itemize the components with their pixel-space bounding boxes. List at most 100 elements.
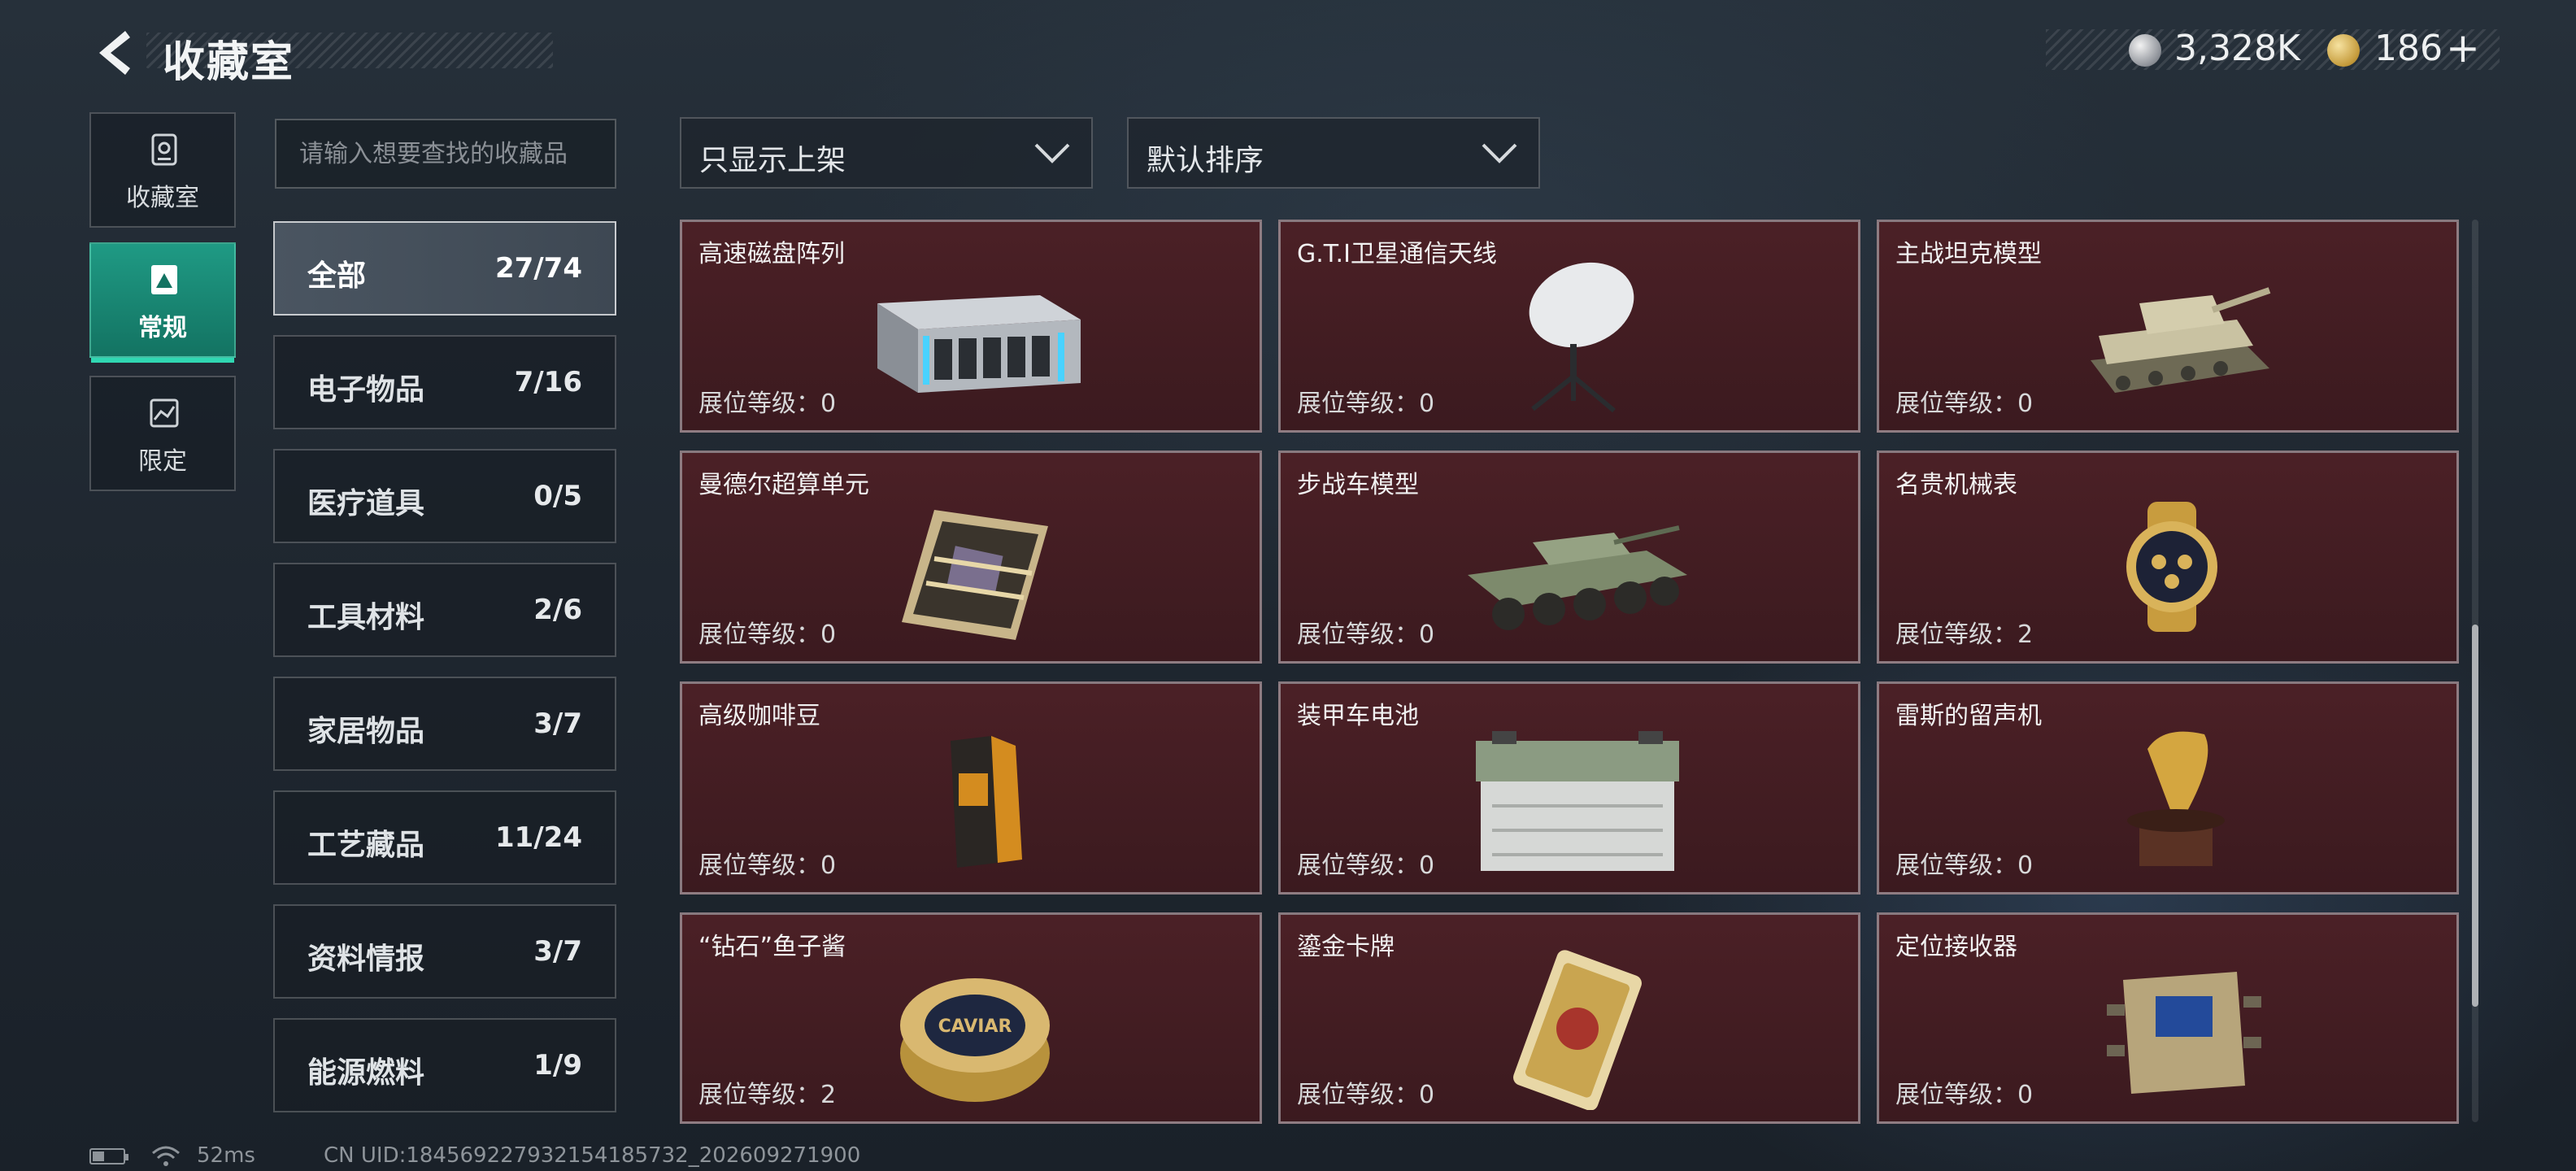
sort-value: 默认排序 xyxy=(1147,144,1264,177)
grid-scrollbar-thumb[interactable] xyxy=(2472,625,2478,1007)
category-name: 家居物品 xyxy=(307,715,425,748)
item-name: 名贵机械表 xyxy=(1895,471,2017,499)
item-level: 展位等级：0 xyxy=(1297,390,1435,418)
satellite-antenna-icon xyxy=(1529,262,1634,413)
mechanical-watch-icon xyxy=(2126,502,2217,632)
item-level: 展位等级：0 xyxy=(698,620,837,649)
item-level: 展位等级：0 xyxy=(1297,1081,1435,1109)
caviar-tin-icon: CAVIAR xyxy=(900,978,1050,1102)
category-energy[interactable]: 能源燃料 1/9 xyxy=(273,1018,616,1112)
item-level: 展位等级：2 xyxy=(1895,620,2034,649)
tab-regular[interactable]: 常规 xyxy=(89,242,236,363)
category-name: 能源燃料 xyxy=(307,1056,425,1090)
gramophone-icon xyxy=(2127,731,2225,866)
silver-coin-icon xyxy=(2129,34,2161,67)
battery-icon xyxy=(89,1148,128,1164)
category-intel[interactable]: 资料情报 3/7 xyxy=(273,904,616,999)
item-card-satellite-antenna[interactable]: G.T.I卫星通信天线 展位等级：0 xyxy=(1278,220,1860,433)
item-name: 高速磁盘阵列 xyxy=(698,240,845,268)
item-name: 主战坦克模型 xyxy=(1895,240,2042,268)
item-level: 展位等级：2 xyxy=(698,1081,837,1109)
category-tools[interactable]: 工具材料 2/6 xyxy=(273,563,616,657)
ping-value: 52ms xyxy=(197,1143,255,1168)
item-level: 展位等级：0 xyxy=(1297,851,1435,880)
item-level: 展位等级：0 xyxy=(1895,851,2034,880)
category-name: 全部 xyxy=(307,259,367,293)
gold-coin-icon xyxy=(2327,34,2360,67)
disk-array-icon xyxy=(877,295,1081,393)
item-card-locator-receiver[interactable]: 定位接收器 展位等级：0 xyxy=(1877,912,2459,1124)
item-name: 鎏金卡牌 xyxy=(1297,933,1395,961)
ifv-model-icon xyxy=(1468,525,1687,630)
item-card-mechanical-watch[interactable]: 名贵机械表 展位等级：2 xyxy=(1877,451,2459,664)
item-card-gramophone[interactable]: 雷斯的留声机 展位等级：0 xyxy=(1877,681,2459,895)
search-input[interactable] xyxy=(276,120,615,187)
category-count: 0/5 xyxy=(533,480,582,512)
item-level: 展位等级：0 xyxy=(1297,620,1435,649)
coffee-beans-icon xyxy=(951,736,1022,868)
item-card-ifv-model[interactable]: 步战车模型 展位等级：0 xyxy=(1278,451,1860,664)
item-name: “钻石”鱼子酱 xyxy=(698,933,846,961)
item-level: 展位等级：0 xyxy=(698,851,837,880)
category-count: 2/6 xyxy=(533,594,582,626)
category-name: 资料情报 xyxy=(307,942,425,976)
gold-currency-value: 186 xyxy=(2374,28,2443,69)
silver-currency-value: 3,328K xyxy=(2174,28,2300,69)
category-name: 工艺藏品 xyxy=(307,829,425,862)
shelf-filter-dropdown[interactable]: 只显示上架 xyxy=(680,117,1093,189)
tank-model-icon xyxy=(2091,287,2271,393)
item-card-coffee-beans[interactable]: 高级咖啡豆 展位等级：0 xyxy=(680,681,1262,895)
back-arrow-icon xyxy=(99,31,130,75)
wifi-icon xyxy=(152,1146,180,1166)
tab-label: 限定 xyxy=(138,447,187,476)
search-box[interactable] xyxy=(275,119,616,189)
tab-collection-room[interactable]: 收藏室 xyxy=(89,112,236,228)
item-level: 展位等级：0 xyxy=(1895,1081,2034,1109)
category-name: 电子物品 xyxy=(307,373,425,407)
category-name: 医疗道具 xyxy=(307,487,425,520)
category-count: 3/7 xyxy=(533,707,582,740)
item-name: 高级咖啡豆 xyxy=(698,702,820,730)
limited-icon xyxy=(150,398,179,428)
chevron-down-icon xyxy=(1482,143,1517,163)
item-name: 装甲车电池 xyxy=(1297,702,1419,730)
category-count: 27/74 xyxy=(494,252,582,285)
back-button[interactable] xyxy=(88,28,137,78)
item-card-vehicle-battery[interactable]: 装甲车电池 展位等级：0 xyxy=(1278,681,1860,895)
item-name: 雷斯的留声机 xyxy=(1895,702,2042,730)
page-title: 收藏室 xyxy=(163,38,295,87)
sort-dropdown[interactable]: 默认排序 xyxy=(1127,117,1540,189)
item-name: 定位接收器 xyxy=(1895,933,2017,961)
category-all[interactable]: 全部 27/74 xyxy=(273,221,616,316)
category-electronics[interactable]: 电子物品 7/16 xyxy=(273,335,616,429)
category-name: 工具材料 xyxy=(307,601,425,634)
gilded-card-icon xyxy=(1513,950,1642,1110)
uid-text: CN UID:18456922793215418573​2_2026092719… xyxy=(324,1143,861,1168)
chevron-down-icon xyxy=(1034,143,1070,163)
item-card-tank-model[interactable]: 主战坦克模型 展位等级：0 xyxy=(1877,220,2459,433)
item-name: 曼德尔超算单元 xyxy=(698,471,869,499)
collection-room-icon xyxy=(151,133,177,166)
shelf-filter-value: 只显示上架 xyxy=(699,144,846,177)
item-card-caviar[interactable]: “钻石”鱼子酱 CAVIAR 展位等级：2 xyxy=(680,912,1262,1124)
category-count: 3/7 xyxy=(533,935,582,968)
item-level: 展位等级：0 xyxy=(1895,390,2034,418)
supercompute-unit-icon xyxy=(902,510,1048,640)
item-card-disk-array[interactable]: 高速磁盘阵列 展位等级：0 xyxy=(680,220,1262,433)
tab-label: 常规 xyxy=(138,314,187,342)
category-household[interactable]: 家居物品 3/7 xyxy=(273,677,616,771)
category-count: 7/16 xyxy=(514,366,582,398)
vehicle-battery-icon xyxy=(1476,731,1679,871)
add-currency-button[interactable]: + xyxy=(2446,24,2480,72)
category-count: 1/9 xyxy=(533,1049,582,1082)
item-card-gilded-card[interactable]: 鎏金卡牌 展位等级：0 xyxy=(1278,912,1860,1124)
tab-limited[interactable]: 限定 xyxy=(89,376,236,491)
category-medical[interactable]: 医疗道具 0/5 xyxy=(273,449,616,543)
caviar-label: CAVIAR xyxy=(938,1016,1012,1037)
item-name: 步战车模型 xyxy=(1297,471,1419,499)
tab-label: 收藏室 xyxy=(126,184,199,212)
regular-icon xyxy=(151,265,177,294)
category-count: 11/24 xyxy=(494,821,582,854)
category-crafts[interactable]: 工艺藏品 11/24 xyxy=(273,790,616,885)
item-card-supercompute-unit[interactable]: 曼德尔超算单元 展位等级：0 xyxy=(680,451,1262,664)
